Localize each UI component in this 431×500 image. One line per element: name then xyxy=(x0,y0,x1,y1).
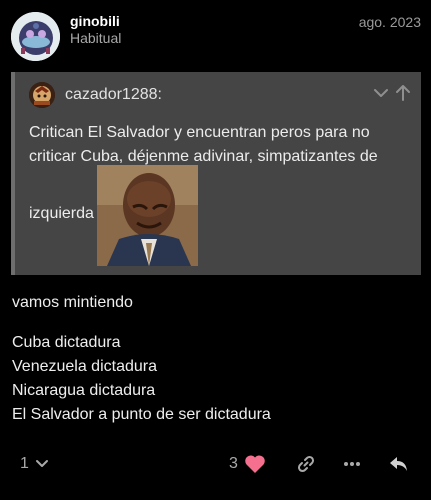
quote-expand-chevron-icon[interactable] xyxy=(371,84,391,102)
show-replies-button[interactable]: 1 xyxy=(20,446,51,482)
post-line: El Salvador a punto de ser dictadura xyxy=(12,406,271,423)
ellipsis-icon xyxy=(344,462,360,466)
copy-link-button[interactable] xyxy=(296,446,316,482)
quote-go-to-post-arrow-icon[interactable] xyxy=(393,84,413,102)
post-line: Cuba dictadura xyxy=(12,334,121,351)
replies-count: 1 xyxy=(20,455,29,472)
arrow-up-icon xyxy=(396,85,410,101)
reply-icon xyxy=(390,457,407,471)
post-line: Nicaragua dictadura xyxy=(12,382,156,399)
avatar-image xyxy=(11,12,60,61)
quote-text: Critican El Salvador y encuentran peros … xyxy=(29,124,378,165)
chevron-down-icon xyxy=(35,460,48,467)
likes-count: 3 xyxy=(229,455,238,472)
post-line: Venezuela dictadura xyxy=(12,358,157,375)
post-header: ginobili Habitual ago. 2023 xyxy=(0,0,431,70)
avatar[interactable] xyxy=(11,12,60,61)
like-button[interactable]: 3 xyxy=(229,446,266,482)
quote-block: cazador1288: Critican El Salvador y encu… xyxy=(11,72,421,275)
user-title: Habitual xyxy=(70,30,122,46)
reply-button[interactable] xyxy=(388,446,410,482)
quote-username[interactable]: cazador1288: xyxy=(65,86,162,104)
quote-image[interactable] xyxy=(97,165,198,266)
quote-text-continuation: izquierda xyxy=(29,205,94,222)
chevron-down-icon xyxy=(374,89,388,97)
crying-man-image xyxy=(97,165,198,266)
post-date[interactable]: ago. 2023 xyxy=(359,14,421,30)
quote-avatar-image xyxy=(29,82,55,108)
heart-icon xyxy=(245,455,265,473)
post-intro-text: vamos mintiendo xyxy=(12,294,133,311)
post-actions: 1 3 xyxy=(0,446,431,482)
link-icon xyxy=(297,455,315,473)
quote-avatar[interactable] xyxy=(29,82,55,108)
more-actions-button[interactable] xyxy=(342,446,362,482)
post-username[interactable]: ginobili xyxy=(70,13,120,29)
